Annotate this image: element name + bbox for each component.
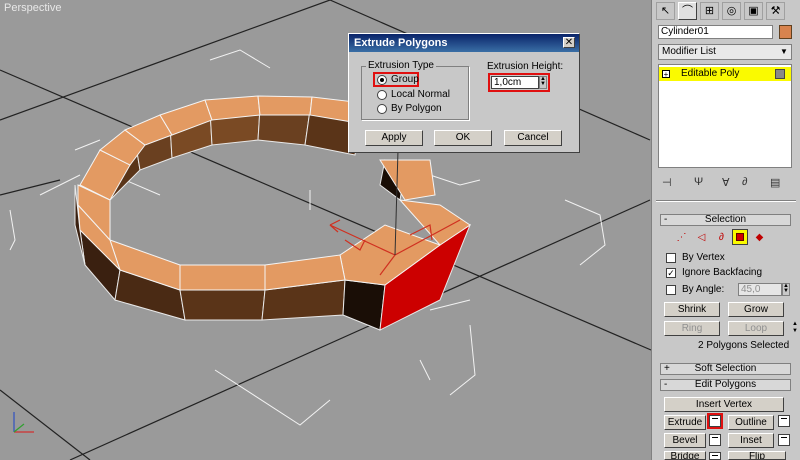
collapse-icon: - — [664, 379, 668, 390]
shrink-button[interactable]: Shrink — [664, 302, 720, 317]
vertex-mode-icon[interactable]: ⋰ — [674, 230, 689, 245]
extrude-polygons-dialog: Extrude Polygons ✕ Extrusion Type Group … — [348, 33, 580, 153]
outline-button[interactable]: Outline — [728, 415, 774, 430]
viewport-label[interactable]: Perspective — [4, 2, 61, 14]
group-radio-label: Group — [391, 74, 419, 85]
loop-spinner[interactable]: ▲ ▼ — [792, 321, 798, 336]
display-icon[interactable]: ▣ — [744, 2, 763, 20]
group-radio[interactable] — [377, 75, 387, 85]
extrusion-height-label: Extrusion Height: — [487, 61, 564, 72]
border-mode-icon[interactable]: ∂ — [714, 230, 729, 245]
by-vertex-label: By Vertex — [682, 252, 725, 263]
utilities-icon[interactable]: ⚒ — [766, 2, 785, 20]
bridge-settings-button[interactable] — [709, 452, 721, 460]
flip-button[interactable]: Flip — [728, 451, 786, 460]
remove-modifier-icon[interactable]: ∂ — [742, 176, 747, 188]
by-angle-spinner[interactable]: ▲ ▼ — [782, 283, 790, 296]
selection-status: 2 Polygons Selected — [698, 340, 790, 351]
soft-selection-rollout-header[interactable]: + Soft Selection — [660, 363, 791, 375]
motion-icon[interactable]: ◎ — [722, 2, 741, 20]
extrude-settings-button[interactable] — [709, 415, 721, 427]
show-end-result-icon[interactable]: Ψ — [694, 176, 703, 188]
pin-stack-icon[interactable]: ⊣ — [662, 176, 672, 189]
collapse-icon: - — [664, 214, 668, 225]
by-polygon-radio[interactable] — [377, 104, 387, 114]
local-normal-radio[interactable] — [377, 90, 387, 100]
bevel-button[interactable]: Bevel — [664, 433, 706, 448]
edit-polygons-title: Edit Polygons — [694, 379, 757, 390]
expand-icon: + — [664, 363, 670, 374]
cancel-button[interactable]: Cancel — [504, 130, 562, 146]
by-angle-label: By Angle: — [682, 284, 725, 295]
hierarchy-icon[interactable]: ⊞ — [700, 2, 719, 20]
chevron-down-icon: ▼ — [780, 47, 788, 56]
loop-button[interactable]: Loop — [728, 321, 784, 336]
bridge-button[interactable]: Bridge — [664, 451, 706, 460]
modifier-list-label: Modifier List — [662, 46, 716, 57]
modifier-stack[interactable]: + Editable Poly — [658, 64, 792, 168]
by-polygon-label: By Polygon — [391, 103, 442, 114]
extrusion-height-spinner[interactable]: ▲ ▼ — [539, 76, 547, 89]
ignore-backfacing-checkbox[interactable]: ✓ — [666, 268, 676, 278]
inset-settings-button[interactable] — [778, 434, 790, 446]
command-panel: ↖ ⌒ ⊞ ◎ ▣ ⚒ Cylinder01 Modifier List ▼ +… — [651, 0, 800, 460]
edge-mode-icon[interactable]: ◁ — [694, 230, 709, 245]
divider — [656, 200, 796, 201]
selection-title: Selection — [704, 214, 747, 225]
by-vertex-checkbox[interactable] — [666, 253, 676, 263]
extrude-button[interactable]: Extrude — [664, 415, 706, 430]
stack-item-editable-poly[interactable]: + Editable Poly — [659, 67, 791, 81]
dialog-titlebar[interactable]: Extrude Polygons ✕ — [349, 34, 579, 52]
ring-button[interactable]: Ring — [664, 321, 720, 336]
object-color-swatch[interactable] — [779, 25, 792, 39]
close-button[interactable]: ✕ — [563, 37, 575, 48]
grow-button[interactable]: Grow — [728, 302, 784, 317]
modifier-list-dropdown[interactable]: Modifier List ▼ — [658, 44, 792, 60]
pointer-icon[interactable]: ↖ — [656, 2, 675, 20]
bevel-settings-button[interactable] — [709, 434, 721, 446]
polygon-mode-icon[interactable] — [732, 229, 748, 245]
curve-icon[interactable]: ⌒ — [678, 2, 697, 20]
make-unique-icon[interactable]: ∀ — [722, 176, 730, 189]
extrusion-type-label: Extrusion Type — [366, 60, 436, 71]
configure-sets-icon[interactable]: ▤ — [770, 176, 780, 189]
element-mode-icon[interactable]: ◆ — [752, 230, 767, 245]
stack-item-label: Editable Poly — [681, 68, 740, 79]
dialog-title: Extrude Polygons — [354, 37, 448, 49]
local-normal-label: Local Normal — [391, 89, 450, 100]
extrusion-height-input[interactable]: 1,0cm — [491, 76, 539, 89]
object-name-field[interactable]: Cylinder01 — [658, 25, 773, 39]
selection-rollout-header[interactable]: - Selection — [660, 214, 791, 226]
insert-vertex-button[interactable]: Insert Vertex — [664, 397, 784, 412]
ok-button[interactable]: OK — [434, 130, 492, 146]
outline-settings-button[interactable] — [778, 415, 790, 427]
stack-item-toggle[interactable] — [775, 69, 785, 79]
apply-button[interactable]: Apply — [365, 130, 423, 146]
edit-polygons-rollout-header[interactable]: - Edit Polygons — [660, 379, 791, 391]
by-angle-checkbox[interactable] — [666, 285, 676, 295]
ignore-backfacing-label: Ignore Backfacing — [682, 267, 763, 278]
expand-icon[interactable]: + — [662, 70, 670, 79]
by-angle-input[interactable]: 45,0 — [738, 283, 782, 296]
soft-selection-title: Soft Selection — [694, 363, 757, 374]
inset-button[interactable]: Inset — [728, 433, 774, 448]
